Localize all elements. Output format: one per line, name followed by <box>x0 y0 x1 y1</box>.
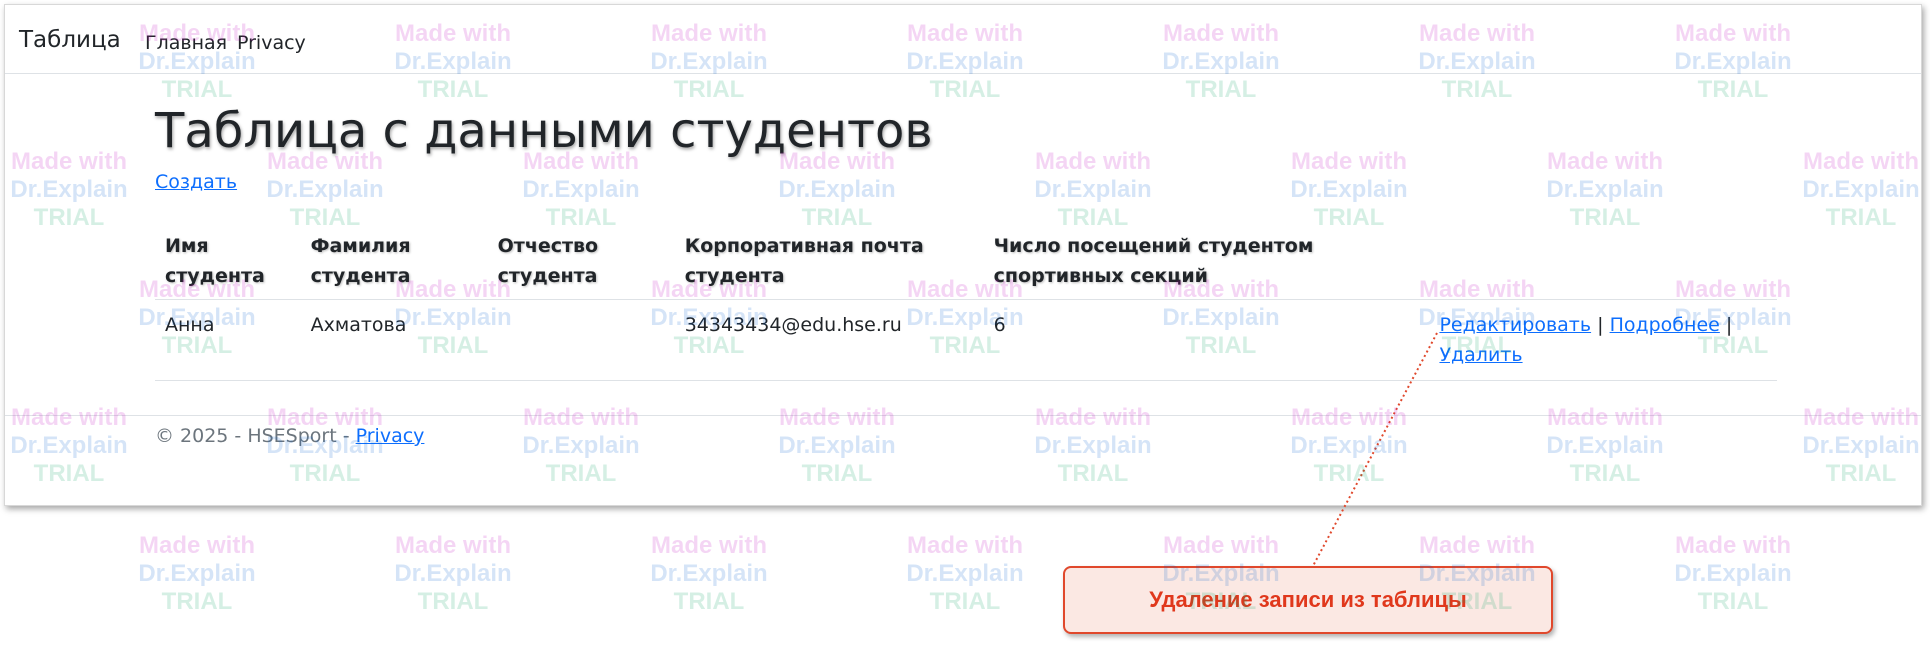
cell-actions: Редактировать | Подробнее | Удалить <box>1429 299 1777 381</box>
footer: © 2025 - HSESport - Privacy <box>155 425 424 447</box>
action-separator: | <box>1597 314 1604 336</box>
delete-link[interactable]: Удалить <box>1439 344 1522 366</box>
app-window: Таблица Главная Privacy Таблица с данным… <box>4 4 1922 506</box>
page-title: Таблица с данными студентов <box>155 103 933 159</box>
table-row: Анна Ахматова 34343434@edu.hse.ru 6 Реда… <box>155 299 1777 381</box>
cell-middle-name <box>487 299 675 381</box>
cell-last-name: Ахматова <box>300 299 488 381</box>
details-link[interactable]: Подробнее <box>1610 314 1720 336</box>
column-header-middle-name: Отчество студента <box>487 223 675 300</box>
footer-divider <box>5 415 1921 416</box>
edit-link[interactable]: Редактировать <box>1439 314 1591 336</box>
nav-link-privacy[interactable]: Privacy <box>237 32 306 54</box>
column-header-actions <box>1429 223 1777 300</box>
column-header-email: Корпоративная почта студента <box>674 223 984 300</box>
column-header-last-name: Фамилия студента <box>300 223 488 300</box>
column-header-first-name: Имя студента <box>155 223 301 300</box>
cell-visits: 6 <box>983 299 1430 381</box>
cell-first-name: Анна <box>155 299 301 381</box>
callout-text: Удаление записи из таблицы <box>1149 587 1467 612</box>
watermark: Made withDr.ExplainTRIAL <box>138 532 256 615</box>
students-table: Имя студента Фамилия студента Отчество с… <box>155 223 1777 381</box>
nav-link-home[interactable]: Главная <box>145 32 227 54</box>
watermark: Made withDr.ExplainTRIAL <box>650 532 768 615</box>
column-header-visits: Число посещений студентом спортивных сек… <box>983 223 1430 300</box>
navbar-brand[interactable]: Таблица <box>19 27 121 53</box>
navbar: Таблица Главная Privacy <box>5 5 1921 74</box>
footer-privacy-link[interactable]: Privacy <box>356 425 425 447</box>
action-separator: | <box>1725 314 1733 336</box>
watermark: Made withDr.ExplainTRIAL <box>394 532 512 615</box>
table-header-row: Имя студента Фамилия студента Отчество с… <box>155 223 1777 300</box>
callout-delete-note: Удаление записи из таблицы <box>1063 566 1553 634</box>
footer-copyright: © 2025 - HSESport - <box>155 425 356 447</box>
watermark: Made withDr.ExplainTRIAL <box>1674 532 1792 615</box>
cell-email: 34343434@edu.hse.ru <box>674 299 984 381</box>
create-link[interactable]: Создать <box>155 171 237 193</box>
watermark: Made withDr.ExplainTRIAL <box>906 532 1024 615</box>
